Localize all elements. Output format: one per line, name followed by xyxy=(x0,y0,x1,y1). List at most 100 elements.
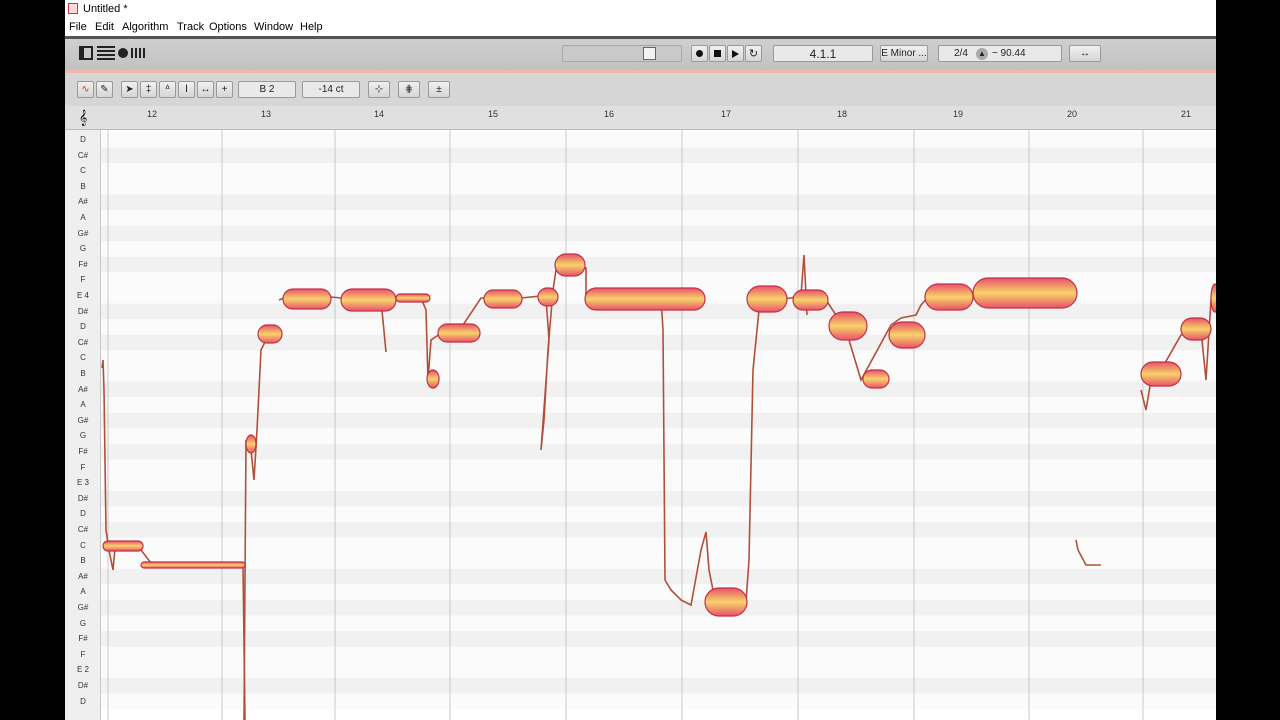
key-label[interactable]: A xyxy=(65,213,101,222)
key-label[interactable]: D# xyxy=(65,681,101,690)
key-label[interactable]: F# xyxy=(65,634,101,643)
stop-button[interactable] xyxy=(709,45,726,62)
key-label[interactable]: B xyxy=(65,369,101,378)
menu-algorithm[interactable]: Algorithm xyxy=(122,21,168,33)
amplitude-tool-button[interactable]: ᐞ xyxy=(159,81,176,98)
key-label[interactable]: C# xyxy=(65,525,101,534)
key-label[interactable]: G xyxy=(65,619,101,628)
key-label[interactable]: C xyxy=(65,166,101,175)
note-blob[interactable] xyxy=(140,561,246,569)
key-label[interactable]: C# xyxy=(65,151,101,160)
clef-icon[interactable]: 𝄞 xyxy=(79,109,87,126)
note-blob[interactable] xyxy=(437,323,481,343)
position-display[interactable]: 4.1.1 xyxy=(773,45,873,62)
menu-track[interactable]: Track xyxy=(177,21,204,33)
note-blob[interactable] xyxy=(245,434,257,454)
key-label[interactable]: E 2 xyxy=(65,665,101,674)
key-label[interactable]: A# xyxy=(65,572,101,581)
key-label[interactable]: C xyxy=(65,353,101,362)
key-label[interactable]: F# xyxy=(65,260,101,269)
time-tool-button[interactable]: ↔ xyxy=(197,81,214,98)
note-blob[interactable] xyxy=(828,311,868,341)
separation-tool-button[interactable]: + xyxy=(216,81,233,98)
note-blob[interactable] xyxy=(102,540,144,552)
timeline-ruler[interactable]: 𝄞 12 13 14 15 16 17 18 19 20 21 xyxy=(65,106,1216,130)
note-blob[interactable] xyxy=(862,369,890,389)
key-label[interactable]: C# xyxy=(65,338,101,347)
pitch-tool-button[interactable]: ∿ xyxy=(77,81,94,98)
record-button[interactable] xyxy=(691,45,708,62)
key-label[interactable]: G# xyxy=(65,416,101,425)
pitch-drift-button[interactable]: ⋕ xyxy=(398,81,420,98)
note-blob[interactable] xyxy=(426,369,440,389)
note-blob[interactable] xyxy=(1140,361,1182,387)
pitch-center-button[interactable]: ⊹ xyxy=(368,81,390,98)
key-label[interactable]: D xyxy=(65,509,101,518)
editor-view-icon[interactable] xyxy=(97,46,115,60)
note-name-field[interactable]: B 2 xyxy=(238,81,296,98)
formant-tool-button[interactable]: Ⅰ xyxy=(178,81,195,98)
key-label[interactable]: A xyxy=(65,587,101,596)
snap-button[interactable]: ↔ xyxy=(1069,45,1101,62)
levels-icon[interactable] xyxy=(131,48,146,58)
note-blob[interactable] xyxy=(537,287,559,307)
note-blob[interactable] xyxy=(340,288,397,312)
key-label[interactable]: B xyxy=(65,182,101,191)
key-label[interactable]: E 3 xyxy=(65,478,101,487)
key-label[interactable]: G# xyxy=(65,229,101,238)
magic-tool-button[interactable]: ✎ xyxy=(96,81,113,98)
note-blob[interactable] xyxy=(746,285,788,313)
menu-help[interactable]: Help xyxy=(300,21,323,33)
key-selector[interactable]: E Minor ... xyxy=(880,45,928,62)
pitch-modulation-button[interactable]: ‡ xyxy=(140,81,157,98)
note-blob[interactable] xyxy=(483,289,523,309)
key-label[interactable]: F xyxy=(65,463,101,472)
note-blob[interactable] xyxy=(1180,317,1212,341)
tempo-value[interactable]: ~ 90.44 xyxy=(992,48,1026,59)
note-blob[interactable] xyxy=(1210,283,1216,313)
note-blob[interactable] xyxy=(924,283,974,311)
note-blob[interactable] xyxy=(395,293,431,303)
pitch-keyboard[interactable]: D C# C B A# A G# G F# F E 4 D# D C# C B A# A G# G F# F E 3 D# D C… xyxy=(65,130,101,720)
key-label[interactable]: G# xyxy=(65,603,101,612)
note-blob[interactable] xyxy=(704,587,748,617)
note-blob[interactable] xyxy=(972,277,1078,309)
cents-field[interactable]: -14 ct xyxy=(302,81,360,98)
key-label[interactable]: F xyxy=(65,275,101,284)
note-blob[interactable] xyxy=(888,321,926,349)
pointer-tool-button[interactable]: ➤ xyxy=(121,81,138,98)
menu-file[interactable]: File xyxy=(69,21,87,33)
volume-slider-thumb[interactable] xyxy=(643,47,656,60)
note-editor-canvas[interactable] xyxy=(101,130,1216,720)
menu-options[interactable]: Options xyxy=(209,21,247,33)
key-label[interactable]: D xyxy=(65,322,101,331)
key-label[interactable]: C xyxy=(65,541,101,550)
key-label[interactable]: A# xyxy=(65,385,101,394)
note-editor-grid[interactable] xyxy=(101,130,1216,720)
key-label[interactable]: F xyxy=(65,650,101,659)
key-label[interactable]: D xyxy=(65,697,101,706)
key-label[interactable]: A xyxy=(65,400,101,409)
key-label[interactable]: B xyxy=(65,556,101,565)
menu-edit[interactable]: Edit xyxy=(95,21,114,33)
sidebar-toggle-icon[interactable] xyxy=(79,46,93,60)
loop-button[interactable]: ↻ xyxy=(745,45,762,62)
note-blob[interactable] xyxy=(584,287,706,311)
note-blob[interactable] xyxy=(792,289,829,311)
play-button[interactable] xyxy=(727,45,744,62)
time-signature[interactable]: 2/4 xyxy=(954,48,968,59)
note-blob[interactable] xyxy=(554,253,586,277)
key-label[interactable]: G xyxy=(65,244,101,253)
metronome-icon[interactable]: ▲ xyxy=(975,47,988,60)
quantize-button[interactable]: ± xyxy=(428,81,450,98)
note-blob[interactable] xyxy=(282,288,332,310)
key-label[interactable]: D# xyxy=(65,494,101,503)
note-blob[interactable] xyxy=(257,324,283,344)
menu-window[interactable]: Window xyxy=(254,21,293,33)
key-label[interactable]: G xyxy=(65,431,101,440)
key-label[interactable]: D# xyxy=(65,307,101,316)
key-label[interactable]: A# xyxy=(65,197,101,206)
key-label[interactable]: F# xyxy=(65,447,101,456)
key-label[interactable]: E 4 xyxy=(65,291,101,300)
blob-view-icon[interactable] xyxy=(118,48,128,58)
